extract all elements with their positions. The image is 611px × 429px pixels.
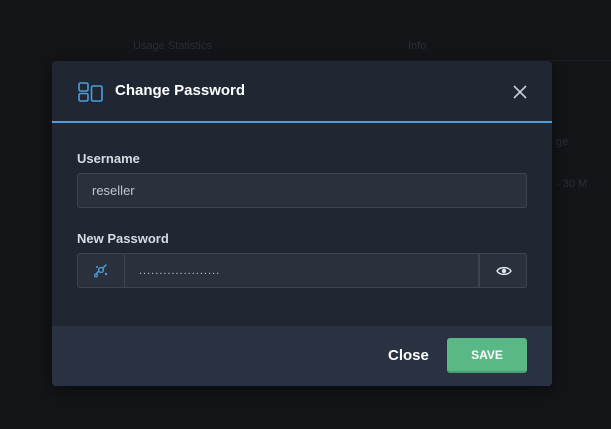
save-button[interactable]: SAVE [447,338,527,373]
generate-password-icon [94,264,108,278]
modal-header: Change Password [52,61,552,123]
background-text-edge: ge [556,136,569,148]
background-text-usage: Usage Statistics [133,40,212,52]
username-field[interactable] [77,173,527,208]
username-label: Username [77,151,140,166]
close-icon[interactable] [511,83,529,101]
close-button[interactable]: Close [380,342,437,370]
eye-icon [496,266,512,276]
background-text-info: Info [408,40,427,52]
modal-title: Change Password [115,82,246,99]
modal-footer: Close SAVE [52,326,552,386]
new-password-label: New Password [77,231,169,246]
layout-icon [78,82,104,102]
generate-password-button[interactable] [77,253,125,288]
change-password-modal: Change Password Username New Password Cl… [52,61,552,386]
background-text-edge-2: - 30 M [556,178,588,190]
toggle-password-visibility-button[interactable] [479,253,527,288]
new-password-field[interactable] [124,253,479,288]
